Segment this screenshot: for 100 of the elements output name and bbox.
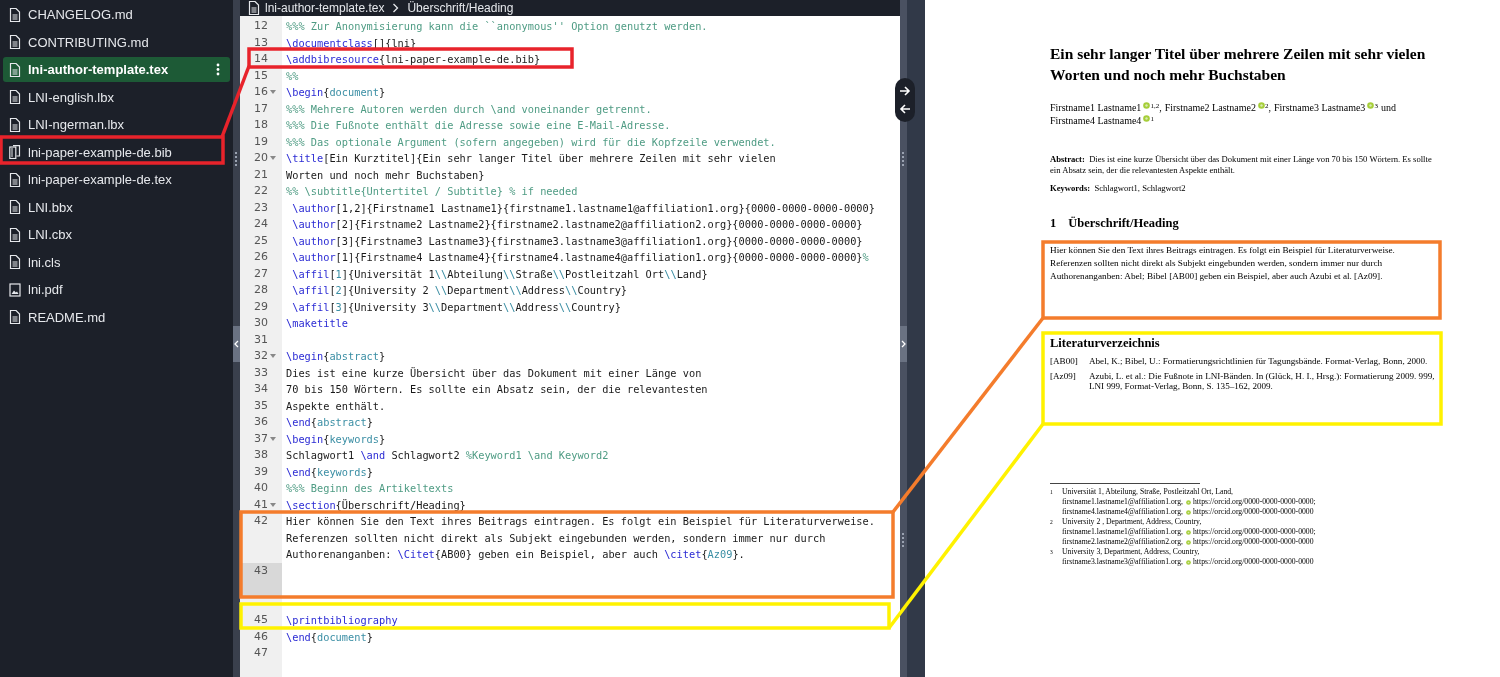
- line-number: 16: [254, 84, 268, 100]
- file-item[interactable]: LNI.bbx: [3, 194, 230, 220]
- file-item[interactable]: CHANGELOG.md: [3, 2, 230, 28]
- body-paragraph: Hier können Sie den Text ihres Beitrags eintragen. Es folgt ein Beispiel für Literaturverweise. Referenzen sollten nicht direkt als Subjekt eingebunden werden, sondern immer nur durch Authorenanganben: Abel; Bibel [AB00] geben ein Beispiel, aber auch Azubi et al. [Az09].: [1050, 244, 1396, 283]
- reference-text: Abel, K.; Bibel, U.: Formatierungsrichtlinien für Tagungsbände. Format-Verlag, Bonn, 2000.: [1089, 356, 1429, 366]
- fold-arrow-icon[interactable]: [270, 354, 276, 359]
- sync-toggle-button[interactable]: [895, 78, 915, 122]
- code-line: \end{document}: [285, 629, 374, 645]
- line-number: 39: [254, 463, 268, 480]
- line-number: 43: [254, 562, 268, 579]
- code-line: \author[3]{Firstname3 Lastname3}{firstname3.lastname3@affiliation1.org}{0000-0000-0000-0000}: [291, 233, 864, 249]
- line-number: 26: [254, 249, 268, 265]
- code-line: %%% Zur Anonymisierung kann die ``anonymous'' Option genutzt werden.: [285, 19, 709, 34]
- keywords-text: Keywords: Schlagwort1, Schlagwort2: [1050, 183, 1187, 194]
- code-line: %%% Mehrere Autoren werden durch \and voneinander getrennt.: [285, 101, 653, 117]
- document-icon: [9, 255, 21, 270]
- code-line: \begin{keywords}: [285, 431, 387, 447]
- fold-arrow-icon[interactable]: [270, 436, 276, 441]
- resize-grip-icon[interactable]: [902, 152, 905, 168]
- code-line: \author[1]{Firstname4 Lastname4}{firstname4.lastname4@affiliation1.org}{0000-0000-0000-0000}%: [291, 250, 870, 265]
- code-line: \maketitle: [285, 316, 349, 331]
- file-item[interactable]: lni-paper-example-de.bib: [3, 139, 230, 165]
- code-line: \end{abstract}: [285, 415, 374, 430]
- more-options-icon[interactable]: [216, 63, 220, 77]
- code-line: Worten und noch mehr Buchstaben}: [285, 167, 486, 183]
- bibliography-heading: Literaturverzeichnis: [1050, 335, 1161, 351]
- code-line: %%% Beginn des Artikeltexts: [285, 481, 455, 496]
- line-number: 42: [254, 513, 268, 529]
- code-line: Dies ist eine kurze Übersicht über das Dokument mit einer Länge von: [285, 365, 703, 381]
- line-number: 12: [254, 18, 268, 34]
- line-number: 31: [254, 331, 268, 348]
- code-line: %%% Das optionale Argument (sofern angegeben) wird für die Kopfzeile verwendet.: [285, 134, 777, 150]
- line-number: 20: [254, 150, 268, 166]
- line-number: 19: [254, 133, 268, 150]
- code-line: %%: [285, 68, 300, 84]
- line-number: 47: [254, 645, 268, 661]
- file-item[interactable]: CONTRIBUTING.md: [3, 29, 230, 55]
- document-icon: [9, 227, 21, 242]
- line-number: 13: [254, 34, 268, 51]
- section-heading: Überschrift/Heading: [1068, 215, 1179, 231]
- file-item[interactable]: lni.cls: [3, 249, 230, 275]
- file-item[interactable]: README.md: [3, 304, 230, 330]
- code-line: %%% Die Fußnote enthält die Adresse sowie eine E-Mail-Adresse.: [285, 118, 672, 133]
- code-line: 70 bis 150 Wörtern. Es sollte ein Absatz sein, der die relevantesten: [285, 382, 709, 397]
- line-number: 46: [254, 628, 268, 645]
- document-icon: [9, 117, 21, 132]
- author-name: Firstname2 Lastname2: [1164, 102, 1256, 113]
- line-number: 27: [254, 265, 268, 282]
- collapse-handle[interactable]: [233, 326, 240, 362]
- line-number: 35: [254, 397, 268, 414]
- line-number: 40: [254, 480, 268, 496]
- document-icon: [9, 35, 21, 50]
- code-line: %% \subtitle{Untertitel / Subtitle} % if needed: [285, 184, 579, 199]
- arrow-left-icon: [899, 104, 911, 114]
- image-file-icon: [9, 282, 21, 297]
- code-line: \author[1,2]{Firstname1 Lastname1}{firstname1.lastname1@affiliation1.org}{0000-0000-0000-0000}: [291, 200, 876, 216]
- collapse-handle[interactable]: [900, 326, 907, 362]
- chevron-right-icon: [392, 3, 400, 13]
- file-item[interactable]: LNI-ngerman.lbx: [3, 112, 230, 138]
- resize-grip-icon[interactable]: [235, 152, 238, 168]
- author-separator: ,: [1159, 102, 1162, 113]
- line-number: 17: [254, 100, 268, 117]
- orcid-icon: [1186, 559, 1191, 565]
- file-item[interactable]: LNI.cbx: [3, 222, 230, 248]
- citation-key: [AB00]: [1050, 356, 1089, 366]
- code-line: \addbibresource{lni-paper-example-de.bib}: [285, 52, 542, 67]
- file-item[interactable]: lni-paper-example-de.tex: [3, 167, 230, 193]
- code-line: \section{Überschrift/Heading}: [285, 497, 467, 513]
- document-icon: [9, 310, 21, 325]
- author-separator: ,: [1268, 102, 1271, 113]
- document-icon: [9, 62, 21, 77]
- file-item[interactable]: lni.pdf: [3, 277, 230, 303]
- file-item[interactable]: LNI-english.lbx: [3, 84, 230, 110]
- fold-arrow-icon[interactable]: [270, 156, 276, 161]
- fold-arrow-icon[interactable]: [270, 502, 276, 507]
- code-line: Aspekte enthält.: [285, 398, 387, 414]
- fold-arrow-icon[interactable]: [270, 90, 276, 95]
- breadcrumb-item[interactable]: lni-author-template.tex: [265, 2, 385, 14]
- code-line: \end{keywords}: [285, 464, 374, 480]
- line-number: 25: [254, 232, 268, 249]
- arrow-right-icon: [899, 86, 911, 96]
- citation-key: [Az09]: [1050, 371, 1089, 391]
- code-line: \title[Ein Kurztitel]{Ein sehr langer Titel über mehrere Zeilen mit sehr vielen: [285, 151, 777, 166]
- code-line: \affil[1]{Universität 1\\Abteilung\\Straße\\Postleitzahl Ort\\Land}: [291, 266, 709, 282]
- line-number: 33: [254, 364, 268, 381]
- file-item[interactable]: lni-author-template.tex: [3, 57, 230, 83]
- reference-text: Azubi, L. et al.: Die Fußnote in LNI-Bänden. In (Glück, H. I., Hrsg.): Formatierung 2009. 999, LNI 999, Format-Verlag, Bonn, S. 135–162, 2009.: [1089, 371, 1435, 391]
- code-line: \begin{abstract}: [285, 349, 387, 364]
- line-number: 18: [254, 117, 268, 133]
- code-line: Schlagwort1 \and Schlagwort2 %Keyword1 \and Keyword2: [285, 448, 610, 463]
- line-number: 38: [254, 447, 268, 463]
- document-title: Ein sehr langer Titel über mehrere Zeilen mit sehr vielen Worten und noch mehr Buchstaben: [1050, 44, 1427, 85]
- line-number: 34: [254, 381, 268, 397]
- documents-icon: [9, 145, 21, 160]
- line-number: 15: [254, 67, 268, 84]
- resize-grip-icon[interactable]: [902, 533, 905, 549]
- author-name: Firstname3 Lastname3: [1274, 102, 1366, 113]
- breadcrumb-item[interactable]: Überschrift/Heading: [407, 2, 514, 14]
- document-icon: [9, 200, 21, 215]
- document-icon: [9, 7, 21, 22]
